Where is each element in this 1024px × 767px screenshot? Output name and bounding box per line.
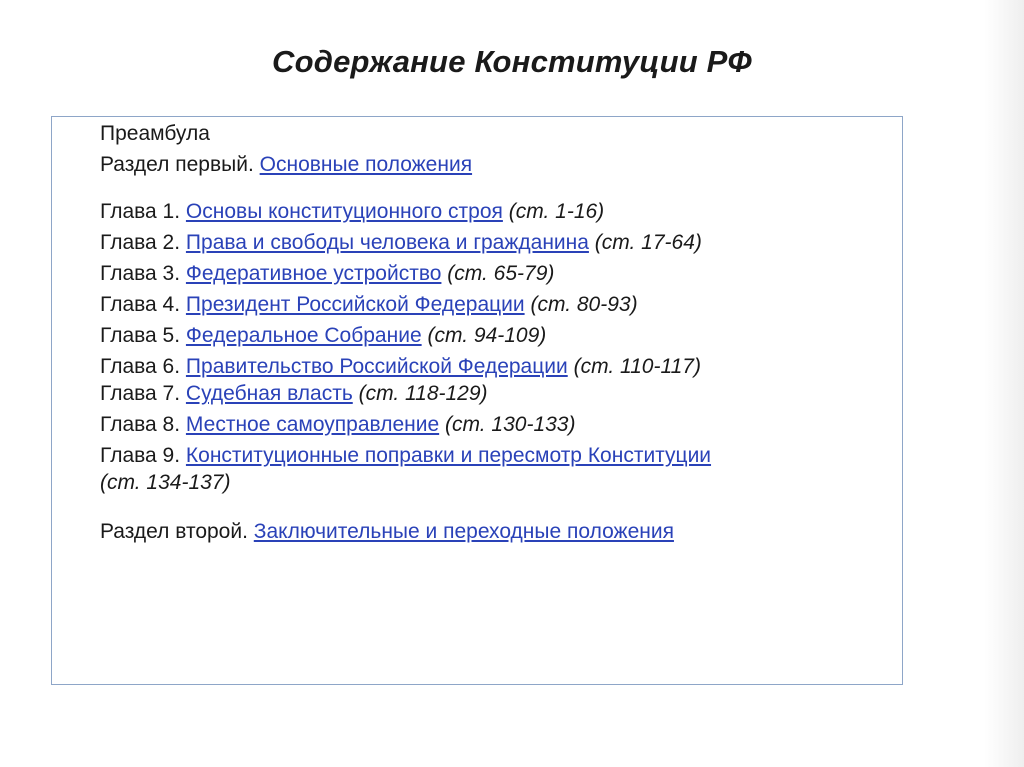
chapter-1-articles: (ст. 1-16)	[508, 200, 605, 223]
chapter-3-item: Глава 3. Федеративное устройство (ст. 65…	[100, 258, 890, 289]
section-2-item: Раздел второй. Заключительные и переходн…	[100, 516, 890, 547]
chapter-6-link[interactable]: Правительство Российской Федерации	[186, 355, 568, 378]
chapter-7-item: Глава 7. Судебная власть (ст. 118-129)	[100, 378, 890, 409]
chapter-7-link[interactable]: Судебная власть	[186, 382, 353, 405]
chapter-4-prefix: Глава 4.	[100, 293, 181, 316]
chapter-9-articles-line: (ст. 134-137)	[100, 467, 890, 498]
chapter-6-articles: (ст. 110-117)	[573, 355, 701, 378]
chapter-2-item: Глава 2. Права и свободы человека и граж…	[100, 227, 890, 258]
chapter-4-item: Глава 4. Президент Российской Федерации …	[100, 289, 890, 320]
table-of-contents: Преамбула Раздел первый. Основные положе…	[100, 118, 890, 547]
chapter-2-link[interactable]: Права и свободы человека и гражданина	[186, 231, 589, 254]
chapter-5-articles: (ст. 94-109)	[427, 324, 547, 347]
chapter-4-articles: (ст. 80-93)	[530, 293, 638, 316]
chapter-8-item: Глава 8. Местное самоуправление (ст. 130…	[100, 409, 890, 440]
chapter-2-prefix: Глава 2.	[100, 231, 181, 254]
chapter-6-prefix: Глава 6.	[100, 355, 181, 378]
slide-edge-shadow	[984, 0, 1024, 767]
chapter-3-articles: (ст. 65-79)	[447, 262, 555, 285]
chapter-9-prefix: Глава 9.	[100, 444, 181, 467]
chapter-5-link[interactable]: Федеральное Собрание	[186, 324, 422, 347]
section-2-prefix: Раздел второй.	[100, 520, 248, 543]
section-2-link[interactable]: Заключительные и переходные положения	[254, 520, 674, 543]
chapter-1-link[interactable]: Основы конституционного строя	[186, 200, 503, 223]
chapter-2-articles: (ст. 17-64)	[594, 231, 702, 254]
chapter-5-item: Глава 5. Федеральное Собрание (ст. 94-10…	[100, 320, 890, 351]
chapter-8-link[interactable]: Местное самоуправление	[186, 413, 439, 436]
chapter-5-prefix: Глава 5.	[100, 324, 181, 347]
section-1-link[interactable]: Основные положения	[260, 153, 472, 176]
chapter-3-prefix: Глава 3.	[100, 262, 181, 285]
chapter-9-link[interactable]: Конституционные поправки и пересмотр Кон…	[186, 444, 711, 467]
chapter-8-prefix: Глава 8.	[100, 413, 181, 436]
chapter-1-prefix: Глава 1.	[100, 200, 181, 223]
chapter-1-item: Глава 1. Основы конституционного строя (…	[100, 196, 890, 227]
chapter-8-articles: (ст. 130-133)	[445, 413, 576, 436]
section-1-prefix: Раздел первый.	[100, 153, 254, 176]
preamble-item: Преамбула	[100, 122, 210, 145]
section-1-item: Раздел первый. Основные положения	[100, 149, 890, 180]
chapter-7-prefix: Глава 7.	[100, 382, 181, 405]
chapter-4-link[interactable]: Президент Российской Федерации	[186, 293, 525, 316]
chapter-9-articles: (ст. 134-137)	[100, 471, 231, 494]
chapter-7-articles: (ст. 118-129)	[358, 382, 488, 405]
chapter-3-link[interactable]: Федеративное устройство	[186, 262, 442, 285]
page-title: Содержание Конституции РФ	[272, 44, 752, 79]
